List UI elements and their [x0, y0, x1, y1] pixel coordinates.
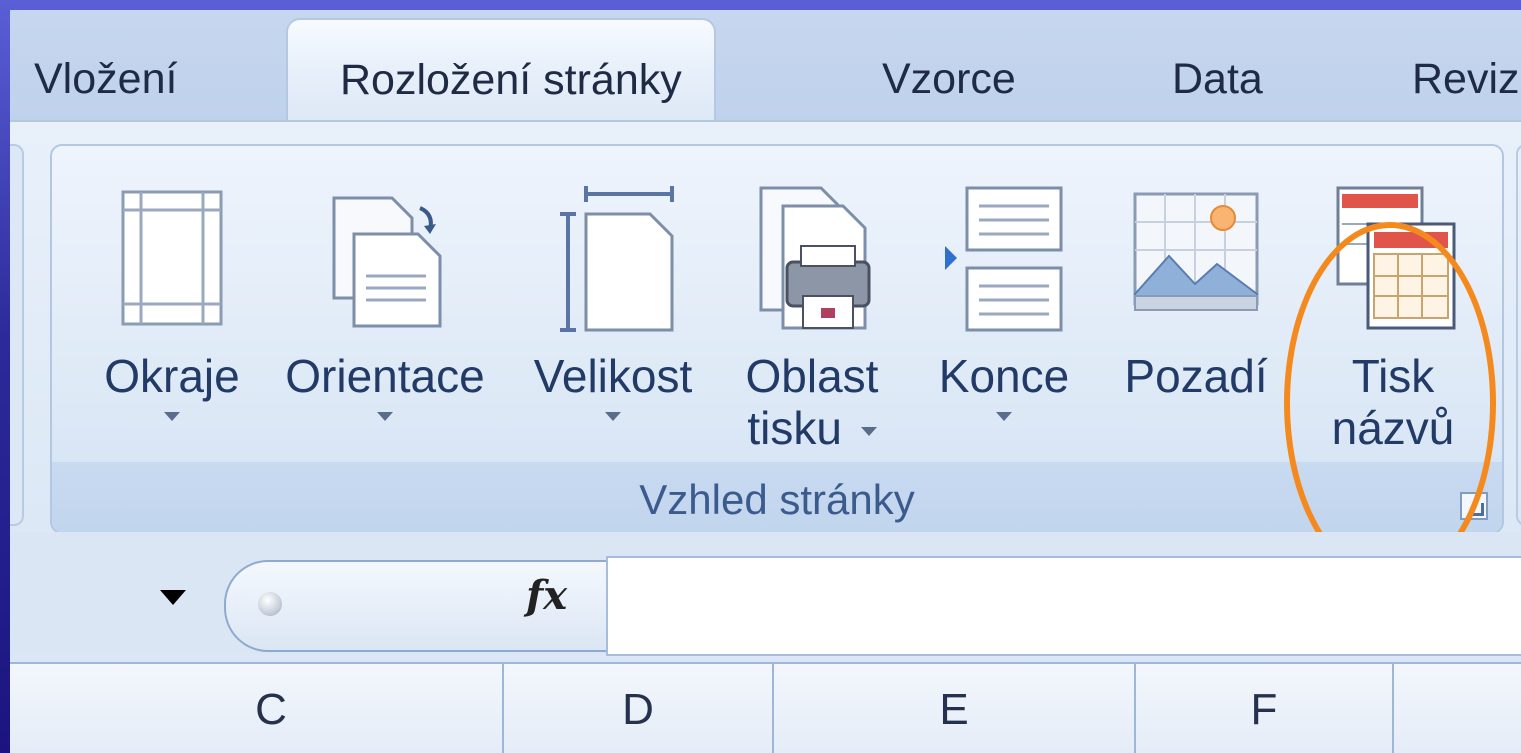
column-headers: C D E F	[10, 662, 1521, 753]
margins-icon	[121, 190, 223, 326]
chevron-down-icon	[996, 412, 1012, 421]
chevron-down-icon	[377, 412, 393, 421]
column-header-d[interactable]: D	[504, 664, 774, 753]
breaks-button[interactable]: Konce	[920, 172, 1088, 482]
print-area-line1: Oblast	[745, 350, 879, 402]
group-label: Vzhled stránky	[639, 476, 915, 523]
margins-label: Okraje	[104, 350, 240, 402]
print-area-line2: tisku	[724, 402, 900, 454]
previous-group-edge	[10, 144, 24, 526]
size-label: Velikost	[533, 350, 693, 402]
group-page-setup: Okraje Orientace Velikost Oblast tisku K…	[50, 144, 1504, 534]
name-box-dropdown-icon[interactable]	[160, 590, 186, 605]
highlight-circle	[1284, 222, 1496, 584]
formula-input[interactable]	[606, 556, 1521, 656]
column-header-c[interactable]: C	[10, 664, 504, 753]
breaks-label: Konce	[938, 350, 1070, 402]
print-area-icon	[759, 186, 871, 330]
formula-bar-resize-icon[interactable]	[258, 592, 282, 616]
excel-window: Vložení Rozložení stránky Vzorce Data Re…	[10, 10, 1521, 753]
tab-page-layout[interactable]: Rozložení stránky	[286, 18, 716, 124]
insert-function-button[interactable]: fx	[526, 572, 567, 619]
orientation-label: Orientace	[285, 350, 485, 402]
size-button[interactable]: Velikost	[520, 172, 706, 482]
tab-formulas[interactable]: Vzorce	[882, 48, 1016, 110]
size-icon	[560, 186, 674, 332]
column-header-g[interactable]	[1394, 664, 1521, 753]
next-group-edge	[1516, 144, 1521, 526]
tab-review[interactable]: Reviz	[1412, 48, 1520, 110]
ribbon-panel: Okraje Orientace Velikost Oblast tisku K…	[10, 120, 1521, 584]
print-area-button[interactable]: Oblast tisku	[724, 172, 900, 482]
background-icon	[1133, 192, 1259, 311]
orientation-button[interactable]: Orientace	[270, 172, 500, 482]
chevron-down-icon	[605, 412, 621, 421]
tab-data[interactable]: Data	[1172, 48, 1263, 110]
breaks-icon	[945, 186, 1063, 332]
chevron-down-icon	[860, 427, 877, 437]
column-header-f[interactable]: F	[1136, 664, 1394, 753]
print-area-label: Oblast tisku	[724, 350, 900, 454]
chevron-down-icon	[164, 412, 180, 421]
group-footer: Vzhled stránky	[52, 462, 1502, 532]
ribbon-tab-strip: Vložení Rozložení stránky Vzorce Data Re…	[10, 10, 1521, 124]
background-button[interactable]: Pozadí	[1108, 172, 1284, 482]
tab-insert[interactable]: Vložení	[34, 48, 177, 110]
column-header-e[interactable]: E	[774, 664, 1136, 753]
background-label: Pozadí	[1124, 350, 1268, 402]
margins-button[interactable]: Okraje	[92, 172, 252, 482]
orientation-icon	[332, 196, 442, 328]
